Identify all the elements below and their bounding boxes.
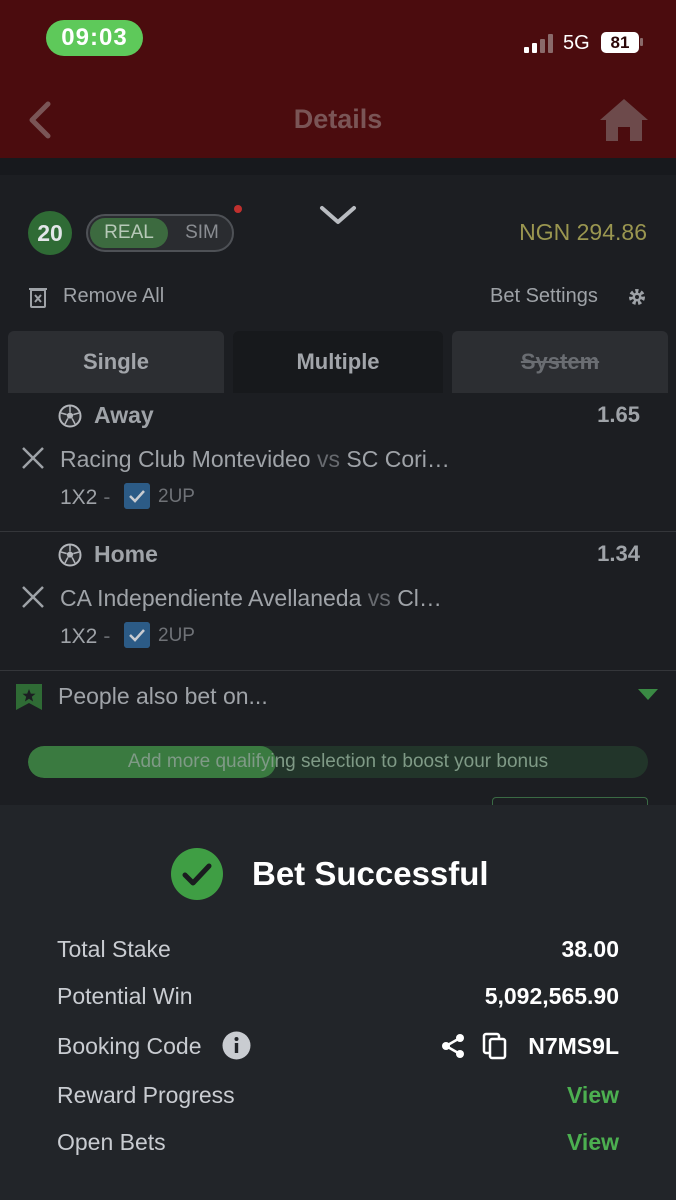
- home-button[interactable]: [598, 96, 650, 144]
- notification-dot: [234, 205, 242, 213]
- vs-label: vs: [367, 585, 391, 611]
- battery-icon: 81: [601, 32, 639, 53]
- home-team: Racing Club Montevideo: [60, 446, 311, 472]
- selection-odds: 1.65: [597, 402, 640, 427]
- caret-down-icon[interactable]: [638, 689, 658, 701]
- match-name: CA Independiente Avellaneda vs Cl…: [60, 585, 442, 612]
- tab-multiple[interactable]: Multiple: [233, 331, 443, 393]
- share-icon[interactable]: [440, 1033, 466, 1059]
- bonus-progress-bar: Add more qualifying selection to boost y…: [28, 746, 648, 778]
- bookmark-star-icon: [16, 684, 42, 710]
- market-label: 1X2-: [60, 486, 116, 510]
- signal-icon: [524, 33, 554, 53]
- selection-pick: Away: [94, 402, 154, 428]
- collapse-button[interactable]: [318, 200, 358, 230]
- selection-item: Home 1.34 CA Independiente Avellaneda vs…: [0, 533, 676, 671]
- vs-label: vs: [316, 446, 340, 472]
- match-name: Racing Club Montevideo vs SC Cori…: [60, 446, 450, 473]
- market-name: 1X2: [60, 625, 98, 648]
- page-title: Details: [293, 104, 383, 134]
- market-dash: -: [103, 486, 111, 509]
- bet-success-title: Bet Successful: [252, 855, 489, 892]
- selection-item: Away 1.65 Racing Club Montevideo vs SC C…: [0, 394, 676, 532]
- copy-icon[interactable]: [482, 1032, 508, 1060]
- market-dash: -: [103, 625, 111, 648]
- total-stake-label: Total Stake: [57, 936, 171, 962]
- top-bar: 09:03 5G 81 Details: [0, 0, 676, 158]
- two-up-label: 2UP: [158, 625, 195, 646]
- open-bets-label: Open Bets: [57, 1129, 166, 1155]
- toggle-sim[interactable]: SIM: [176, 218, 228, 248]
- reward-progress-view-link[interactable]: View: [567, 1082, 619, 1109]
- selection-pick: Home: [94, 541, 158, 567]
- tab-system[interactable]: System: [452, 331, 668, 393]
- status-time: 09:03: [46, 20, 143, 56]
- soccer-ball-icon: [58, 404, 82, 428]
- close-icon[interactable]: [20, 445, 46, 471]
- bonus-progress-text: Add more qualifying selection to boost y…: [127, 751, 549, 772]
- away-team: SC Cori…: [346, 446, 450, 472]
- tab-single[interactable]: Single: [8, 331, 224, 393]
- market-label: 1X2-: [60, 625, 116, 649]
- selection-count-badge: 20: [28, 211, 72, 255]
- trash-icon[interactable]: [28, 285, 48, 309]
- bet-settings-button[interactable]: Bet Settings: [490, 285, 598, 308]
- potential-win-label: Potential Win: [57, 983, 193, 1009]
- home-team: CA Independiente Avellaneda: [60, 585, 362, 611]
- balance-amount: NGN 294.86: [519, 219, 647, 245]
- booking-code-label: Booking Code: [57, 1033, 202, 1059]
- close-icon[interactable]: [20, 584, 46, 610]
- away-team: Cl…: [397, 585, 442, 611]
- checkbox-checked-icon[interactable]: [124, 622, 150, 648]
- reward-progress-label: Reward Progress: [57, 1082, 235, 1108]
- remove-all-button[interactable]: Remove All: [63, 285, 164, 308]
- home-icon: [600, 99, 648, 141]
- toggle-real[interactable]: REAL: [90, 218, 168, 248]
- info-icon[interactable]: [222, 1031, 251, 1060]
- bet-type-tabs: Single Multiple System: [8, 331, 668, 393]
- network-label: 5G: [563, 32, 590, 54]
- market-name: 1X2: [60, 486, 98, 509]
- checkbox-checked-icon[interactable]: [124, 483, 150, 509]
- check-circle-icon: [171, 848, 223, 900]
- battery-tip: [640, 38, 643, 46]
- selection-odds: 1.34: [597, 541, 640, 566]
- real-sim-toggle[interactable]: REAL SIM: [86, 214, 234, 252]
- total-stake-value: 38.00: [561, 936, 619, 962]
- potential-win-value: 5,092,565.90: [484, 983, 619, 1009]
- booking-code-value[interactable]: N7MS9L: [528, 1033, 619, 1060]
- open-bets-view-link[interactable]: View: [567, 1129, 619, 1156]
- people-also-bet-label[interactable]: People also bet on...: [58, 683, 268, 710]
- gear-icon[interactable]: [627, 287, 647, 307]
- chevron-down-icon: [320, 206, 356, 224]
- soccer-ball-icon: [58, 543, 82, 567]
- two-up-label: 2UP: [158, 486, 195, 507]
